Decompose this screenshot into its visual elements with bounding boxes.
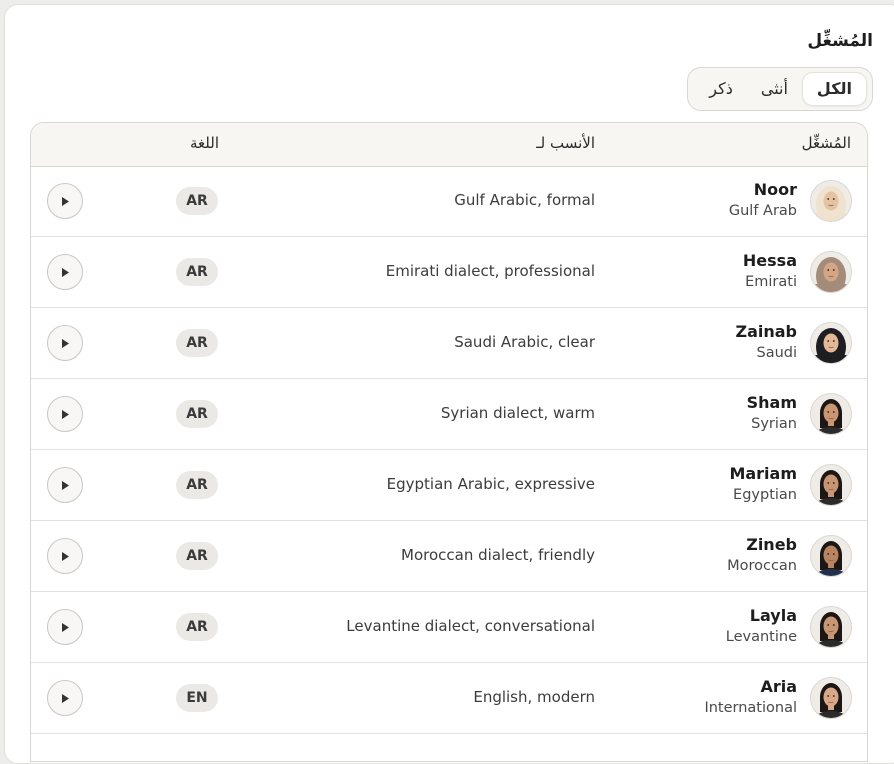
play-button[interactable] — [47, 538, 83, 574]
table-row: Noor Gulf Arab Gulf Arabic, formal AR — [31, 166, 867, 237]
play-button[interactable] — [47, 609, 83, 645]
operator-description: Emirati dialect, professional — [385, 262, 595, 280]
operator-description: Egyptian Arabic, expressive — [386, 475, 595, 493]
operator-origin: Egyptian — [733, 487, 797, 503]
operator-description: Moroccan dialect, friendly — [401, 546, 595, 564]
operator-description: Gulf Arabic, formal — [454, 191, 595, 209]
play-icon — [62, 197, 69, 206]
play-button[interactable] — [47, 325, 83, 361]
avatar — [810, 322, 852, 364]
operator-origin: Gulf Arab — [728, 203, 797, 219]
language-badge: AR — [176, 258, 218, 286]
table-header: المُشغِّل الأنسب لـ اللغة — [31, 123, 867, 167]
table-row: Sham Syrian Syrian dialect, warm AR — [31, 379, 867, 450]
operator-origin: Saudi — [756, 345, 797, 361]
avatar — [810, 535, 852, 577]
language-badge: AR — [176, 187, 218, 215]
play-icon — [62, 623, 69, 632]
gender-filter: الكل أنثى ذكر — [687, 67, 873, 111]
operator-name: Layla — [749, 606, 797, 625]
play-icon — [62, 339, 69, 348]
language-badge: AR — [176, 471, 218, 499]
language-badge: EN — [176, 684, 218, 712]
language-badge: AR — [176, 542, 218, 570]
play-icon — [62, 410, 69, 419]
table-row: Layla Levantine Levantine dialect, convers… — [31, 592, 867, 663]
operator-name: Mariam — [729, 464, 797, 483]
operator-description: Saudi Arabic, clear — [454, 333, 595, 351]
play-icon — [62, 268, 69, 277]
filter-all[interactable]: الكل — [801, 72, 867, 106]
operators-table: المُشغِّل الأنسب لـ اللغة Noor Gulf Arab G… — [30, 122, 868, 762]
table-row: Mariam Egyptian Egyptian Arabic, expressiv… — [31, 450, 867, 521]
table-row: Hessa Emirati Emirati dialect, professiona… — [31, 237, 867, 308]
operator-name: Noor — [753, 180, 797, 199]
filter-female[interactable]: أنثى — [747, 73, 802, 105]
operator-origin: Emirati — [745, 274, 797, 290]
operator-name: Aria — [760, 677, 797, 696]
operator-name: Zainab — [735, 322, 797, 341]
play-icon — [62, 694, 69, 703]
avatar — [810, 180, 852, 222]
play-icon — [62, 481, 69, 490]
operator-description: Levantine dialect, conversational — [346, 617, 595, 635]
table-row: Zineb Moroccan Moroccan dialect, friendly A… — [31, 521, 867, 592]
language-badge: AR — [176, 400, 218, 428]
operator-description: English, modern — [473, 688, 595, 706]
operator-origin: Syrian — [751, 416, 797, 432]
operator-origin: Moroccan — [727, 558, 797, 574]
operator-origin: International — [704, 700, 797, 716]
table-row: Aria International English, modern EN — [31, 663, 867, 734]
operator-name: Sham — [746, 393, 797, 412]
language-badge: AR — [176, 613, 218, 641]
avatar — [810, 393, 852, 435]
header-language: اللغة — [190, 134, 219, 152]
table-row: Zainab Saudi Saudi Arabic, clear AR — [31, 308, 867, 379]
play-button[interactable] — [47, 396, 83, 432]
header-operator: المُشغِّل — [801, 134, 851, 152]
play-button[interactable] — [47, 183, 83, 219]
avatar — [810, 251, 852, 293]
filter-male[interactable]: ذكر — [695, 73, 747, 105]
panel-heading: المُشغِّل — [807, 31, 873, 51]
avatar — [810, 464, 852, 506]
operator-description: Syrian dialect, warm — [440, 404, 595, 422]
operator-origin: Levantine — [725, 629, 797, 645]
play-button[interactable] — [47, 680, 83, 716]
play-icon — [62, 552, 69, 561]
operator-name: Hessa — [742, 251, 797, 270]
header-best-for: الأنسب لـ — [536, 134, 595, 152]
language-badge: AR — [176, 329, 218, 357]
avatar — [810, 606, 852, 648]
avatar — [810, 677, 852, 719]
play-button[interactable] — [47, 254, 83, 290]
play-button[interactable] — [47, 467, 83, 503]
operator-name: Zineb — [746, 535, 797, 554]
